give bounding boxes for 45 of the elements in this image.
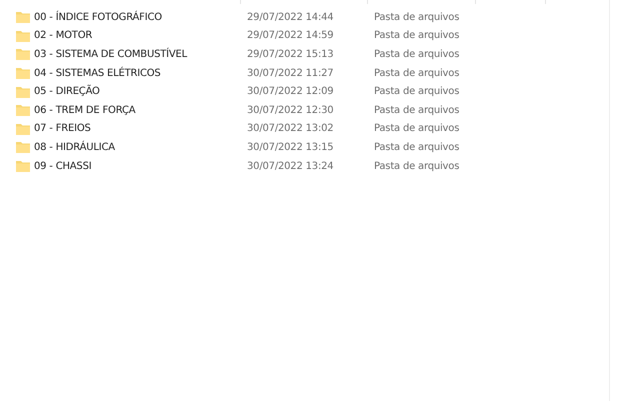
- folder-icon: [16, 86, 30, 98]
- modified-date: 30/07/2022 13:15: [247, 142, 334, 153]
- file-name: 00 - ÍNDICE FOTOGRÁFICO: [34, 12, 163, 23]
- file-row[interactable]: 04 - SISTEMAS ELÉTRICOS 30/07/2022 11:27 Pasta de arquivos: [0, 64, 640, 82]
- file-name: 08 - HIDRÁULICA: [34, 142, 116, 153]
- file-type: Pasta de arquivos: [374, 104, 460, 116]
- modified-date: 29/07/2022 15:13: [247, 48, 334, 60]
- file-name: 06 - TREM DE FORÇA: [34, 104, 136, 116]
- file-type: Pasta de arquivos: [374, 48, 460, 60]
- file-row[interactable]: 09 - CHASSI 30/07/2022 13:24 Pasta de arquivos: [0, 156, 640, 176]
- file-name: 04 - SISTEMAS ELÉTRICOS: [34, 68, 162, 79]
- folder-icon: [16, 11, 30, 24]
- file-row[interactable]: 07 - FREIOS 30/07/2022 13:02 Pasta de arquivos: [0, 120, 640, 138]
- folder-icon: [16, 67, 30, 80]
- modified-date: 29/07/2022 14:44: [247, 12, 334, 23]
- file-name: 02 - MOTOR: [34, 30, 94, 42]
- folder-icon: [16, 48, 30, 60]
- folder-icon: [16, 30, 30, 42]
- file-row[interactable]: 00 - ÍNDICE FOTOGRÁFICO 29/07/2022 14:44 Pasta de arquivos: [0, 8, 640, 27]
- file-type: Pasta de arquivos: [374, 30, 460, 42]
- folder-icon: [16, 104, 30, 116]
- modified-date: 30/07/2022 13:24: [247, 160, 334, 172]
- file-type: Pasta de arquivos: [374, 68, 460, 79]
- modified-date: 30/07/2022 11:27: [247, 68, 334, 79]
- file-name: 07 - FREIOS: [34, 123, 92, 134]
- folder-icon: [16, 141, 30, 154]
- modified-date: 30/07/2022 12:30: [247, 104, 334, 116]
- file-type: Pasta de arquivos: [374, 160, 460, 172]
- folder-icon: [16, 160, 30, 172]
- file-name: 09 - CHASSI: [34, 160, 92, 172]
- file-row[interactable]: 05 - DIREÇÃO 30/07/2022 12:09 Pasta de arquivos: [0, 82, 640, 101]
- file-type: Pasta de arquivos: [374, 142, 460, 153]
- file-type: Pasta de arquivos: [374, 12, 460, 23]
- file-type: Pasta de arquivos: [374, 86, 460, 98]
- file-name: 03 - SISTEMA DE COMBUSTÍVEL: [34, 48, 188, 60]
- file-type: Pasta de arquivos: [374, 123, 460, 134]
- folder-icon: [16, 122, 30, 135]
- file-row[interactable]: 08 - HIDRÁULICA 30/07/2022 13:15 Pasta de arquivos: [0, 138, 640, 157]
- modified-date: 29/07/2022 14:59: [247, 30, 334, 42]
- file-row[interactable]: 03 - SISTEMA DE COMBUSTÍVEL 29/07/2022 15:13 Pasta de arquivos: [0, 45, 640, 64]
- file-row[interactable]: 06 - TREM DE FORÇA 30/07/2022 12:30 Pasta de arquivos: [0, 100, 640, 120]
- file-name: 05 - DIREÇÃO: [34, 86, 101, 98]
- file-row[interactable]: 02 - MOTOR 29/07/2022 14:59 Pasta de arquivos: [0, 26, 640, 46]
- modified-date: 30/07/2022 13:02: [247, 123, 334, 134]
- modified-date: 30/07/2022 12:09: [247, 86, 334, 98]
